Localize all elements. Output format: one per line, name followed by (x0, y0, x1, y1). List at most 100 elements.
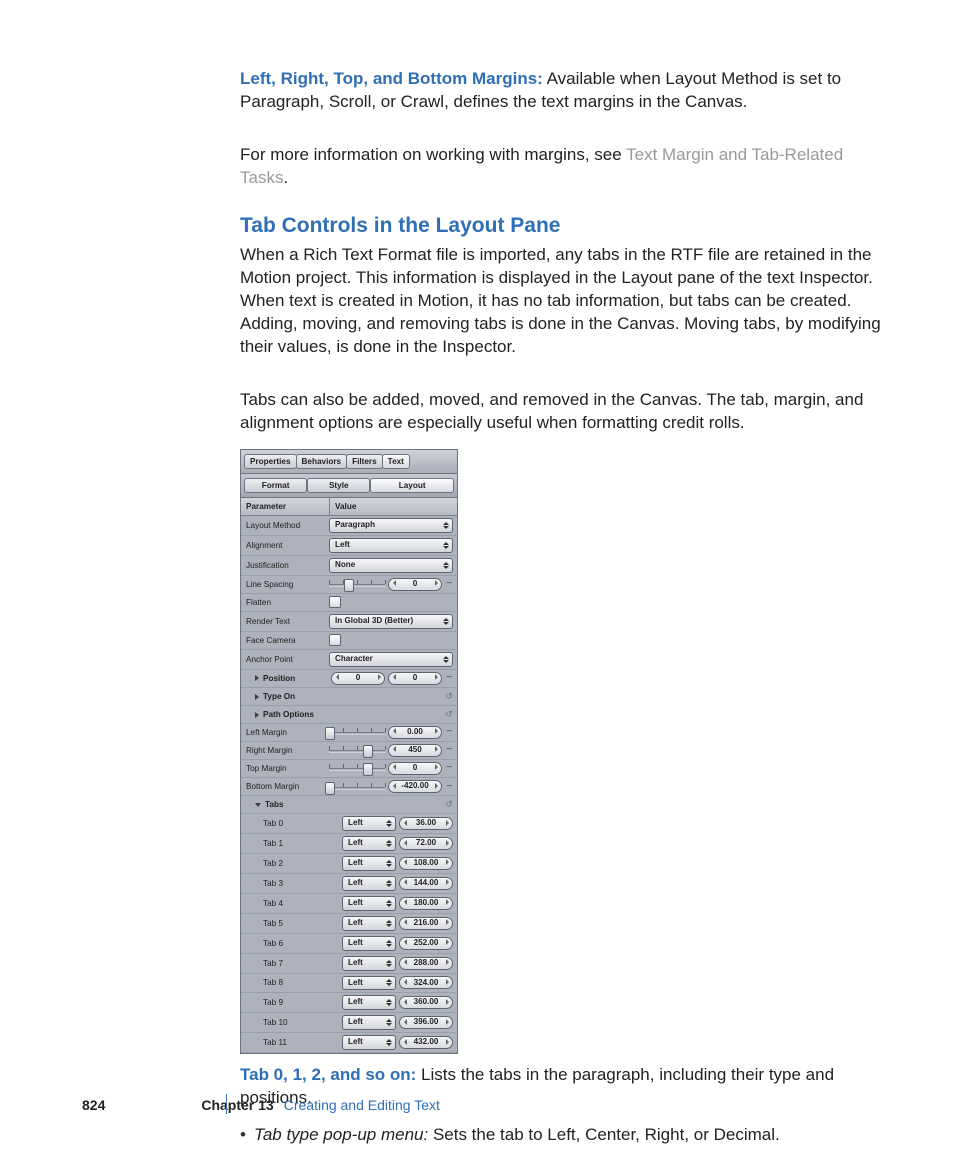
inspector-tab-properties[interactable]: Properties (244, 454, 297, 469)
slider[interactable] (329, 744, 385, 756)
checkbox[interactable] (329, 634, 341, 646)
number-field[interactable]: 72.00 (399, 837, 453, 850)
inspector-tab-behaviors[interactable]: Behaviors (296, 454, 348, 469)
left-arrow-icon[interactable] (400, 899, 410, 907)
right-arrow-icon[interactable] (442, 840, 452, 848)
popup[interactable]: Left (342, 936, 396, 951)
disclosure-right-icon[interactable] (255, 674, 263, 683)
right-arrow-icon[interactable] (442, 1019, 452, 1027)
reset-icon[interactable] (445, 710, 453, 719)
popup[interactable]: Left (342, 976, 396, 991)
disclosure-right-icon[interactable] (255, 692, 263, 701)
number-field[interactable]: 0 (388, 762, 442, 775)
right-arrow-icon[interactable] (442, 919, 452, 927)
right-arrow-icon[interactable] (442, 1039, 452, 1047)
number-field[interactable]: 216.00 (399, 917, 453, 930)
number-field[interactable]: 0 (331, 672, 385, 685)
number-field[interactable]: 450 (388, 744, 442, 757)
number-field[interactable]: 396.00 (399, 1016, 453, 1029)
intro-p1: When a Rich Text Format file is imported… (240, 244, 890, 359)
left-arrow-icon[interactable] (389, 783, 399, 791)
number-field[interactable]: 0 (388, 578, 442, 591)
right-arrow-icon[interactable] (442, 820, 452, 828)
left-arrow-icon[interactable] (400, 979, 410, 987)
inspector-subtab-style[interactable]: Style (307, 478, 370, 493)
popup[interactable]: Paragraph (329, 518, 453, 533)
number-field[interactable]: 144.00 (399, 877, 453, 890)
left-arrow-icon[interactable] (400, 999, 410, 1007)
right-arrow-icon[interactable] (374, 674, 384, 682)
inspector-tab-filters[interactable]: Filters (346, 454, 383, 469)
inspector-subtab-format[interactable]: Format (244, 478, 307, 493)
right-arrow-icon[interactable] (431, 674, 441, 682)
number-field[interactable]: 36.00 (399, 817, 453, 830)
number-field[interactable]: -420.00 (388, 780, 442, 793)
right-arrow-icon[interactable] (442, 939, 452, 947)
number-field[interactable]: 432.00 (399, 1036, 453, 1049)
number-field[interactable]: 324.00 (399, 976, 453, 989)
left-arrow-icon[interactable] (400, 859, 410, 867)
popup[interactable]: Left (342, 916, 396, 931)
right-arrow-icon[interactable] (431, 783, 441, 791)
inspector-subtab-layout[interactable]: Layout (370, 478, 454, 493)
left-arrow-icon[interactable] (400, 840, 410, 848)
left-arrow-icon[interactable] (400, 1019, 410, 1027)
left-arrow-icon[interactable] (332, 674, 342, 682)
right-arrow-icon[interactable] (431, 764, 441, 772)
number-field[interactable]: 108.00 (399, 857, 453, 870)
right-arrow-icon[interactable] (442, 899, 452, 907)
popup[interactable]: Left (342, 1015, 396, 1030)
right-arrow-icon[interactable] (442, 859, 452, 867)
inspector-tab-text[interactable]: Text (382, 454, 410, 469)
left-arrow-icon[interactable] (400, 919, 410, 927)
popup[interactable]: Left (329, 538, 453, 553)
popup[interactable]: In Global 3D (Better) (329, 614, 453, 629)
checkbox[interactable] (329, 596, 341, 608)
popup[interactable]: Left (342, 816, 396, 831)
right-arrow-icon[interactable] (431, 580, 441, 588)
left-arrow-icon[interactable] (400, 1039, 410, 1047)
popup[interactable]: Character (329, 652, 453, 667)
popup[interactable]: Left (342, 956, 396, 971)
left-arrow-icon[interactable] (400, 879, 410, 887)
number-field[interactable]: 0.00 (388, 726, 442, 739)
right-arrow-icon[interactable] (431, 728, 441, 736)
disclosure-right-icon[interactable] (255, 710, 263, 719)
right-arrow-icon[interactable] (442, 979, 452, 987)
right-arrow-icon[interactable] (442, 879, 452, 887)
left-arrow-icon[interactable] (400, 820, 410, 828)
number-field[interactable]: 360.00 (399, 996, 453, 1009)
popup[interactable]: Left (342, 896, 396, 911)
popup[interactable]: Left (342, 995, 396, 1010)
param-label: Tab 8 (241, 974, 340, 991)
param-label: Top Margin (241, 760, 327, 777)
reset-icon[interactable] (445, 800, 453, 809)
right-arrow-icon[interactable] (442, 959, 452, 967)
number-field[interactable]: 252.00 (399, 937, 453, 950)
left-arrow-icon[interactable] (400, 939, 410, 947)
popup[interactable]: Left (342, 876, 396, 891)
left-arrow-icon[interactable] (389, 674, 399, 682)
intro-p2: Tabs can also be added, moved, and remov… (240, 389, 890, 435)
popup[interactable]: None (329, 558, 453, 573)
number-field[interactable]: 180.00 (399, 897, 453, 910)
popup[interactable]: Left (342, 836, 396, 851)
right-arrow-icon[interactable] (442, 999, 452, 1007)
left-arrow-icon[interactable] (389, 728, 399, 736)
right-arrow-icon[interactable] (431, 746, 441, 754)
popup[interactable]: Left (342, 1035, 396, 1050)
slider[interactable] (329, 781, 385, 793)
reset-icon[interactable] (445, 692, 453, 701)
left-arrow-icon[interactable] (389, 746, 399, 754)
left-arrow-icon[interactable] (389, 580, 399, 588)
slider[interactable] (329, 762, 385, 774)
number-field[interactable]: 288.00 (399, 957, 453, 970)
number-field[interactable]: 0 (388, 672, 442, 685)
left-arrow-icon[interactable] (400, 959, 410, 967)
slider[interactable] (329, 726, 385, 738)
slider[interactable] (329, 578, 385, 590)
popup[interactable]: Left (342, 856, 396, 871)
left-arrow-icon[interactable] (389, 764, 399, 772)
disclosure-down-icon[interactable] (255, 800, 265, 809)
param-label: Tab 7 (241, 955, 340, 972)
